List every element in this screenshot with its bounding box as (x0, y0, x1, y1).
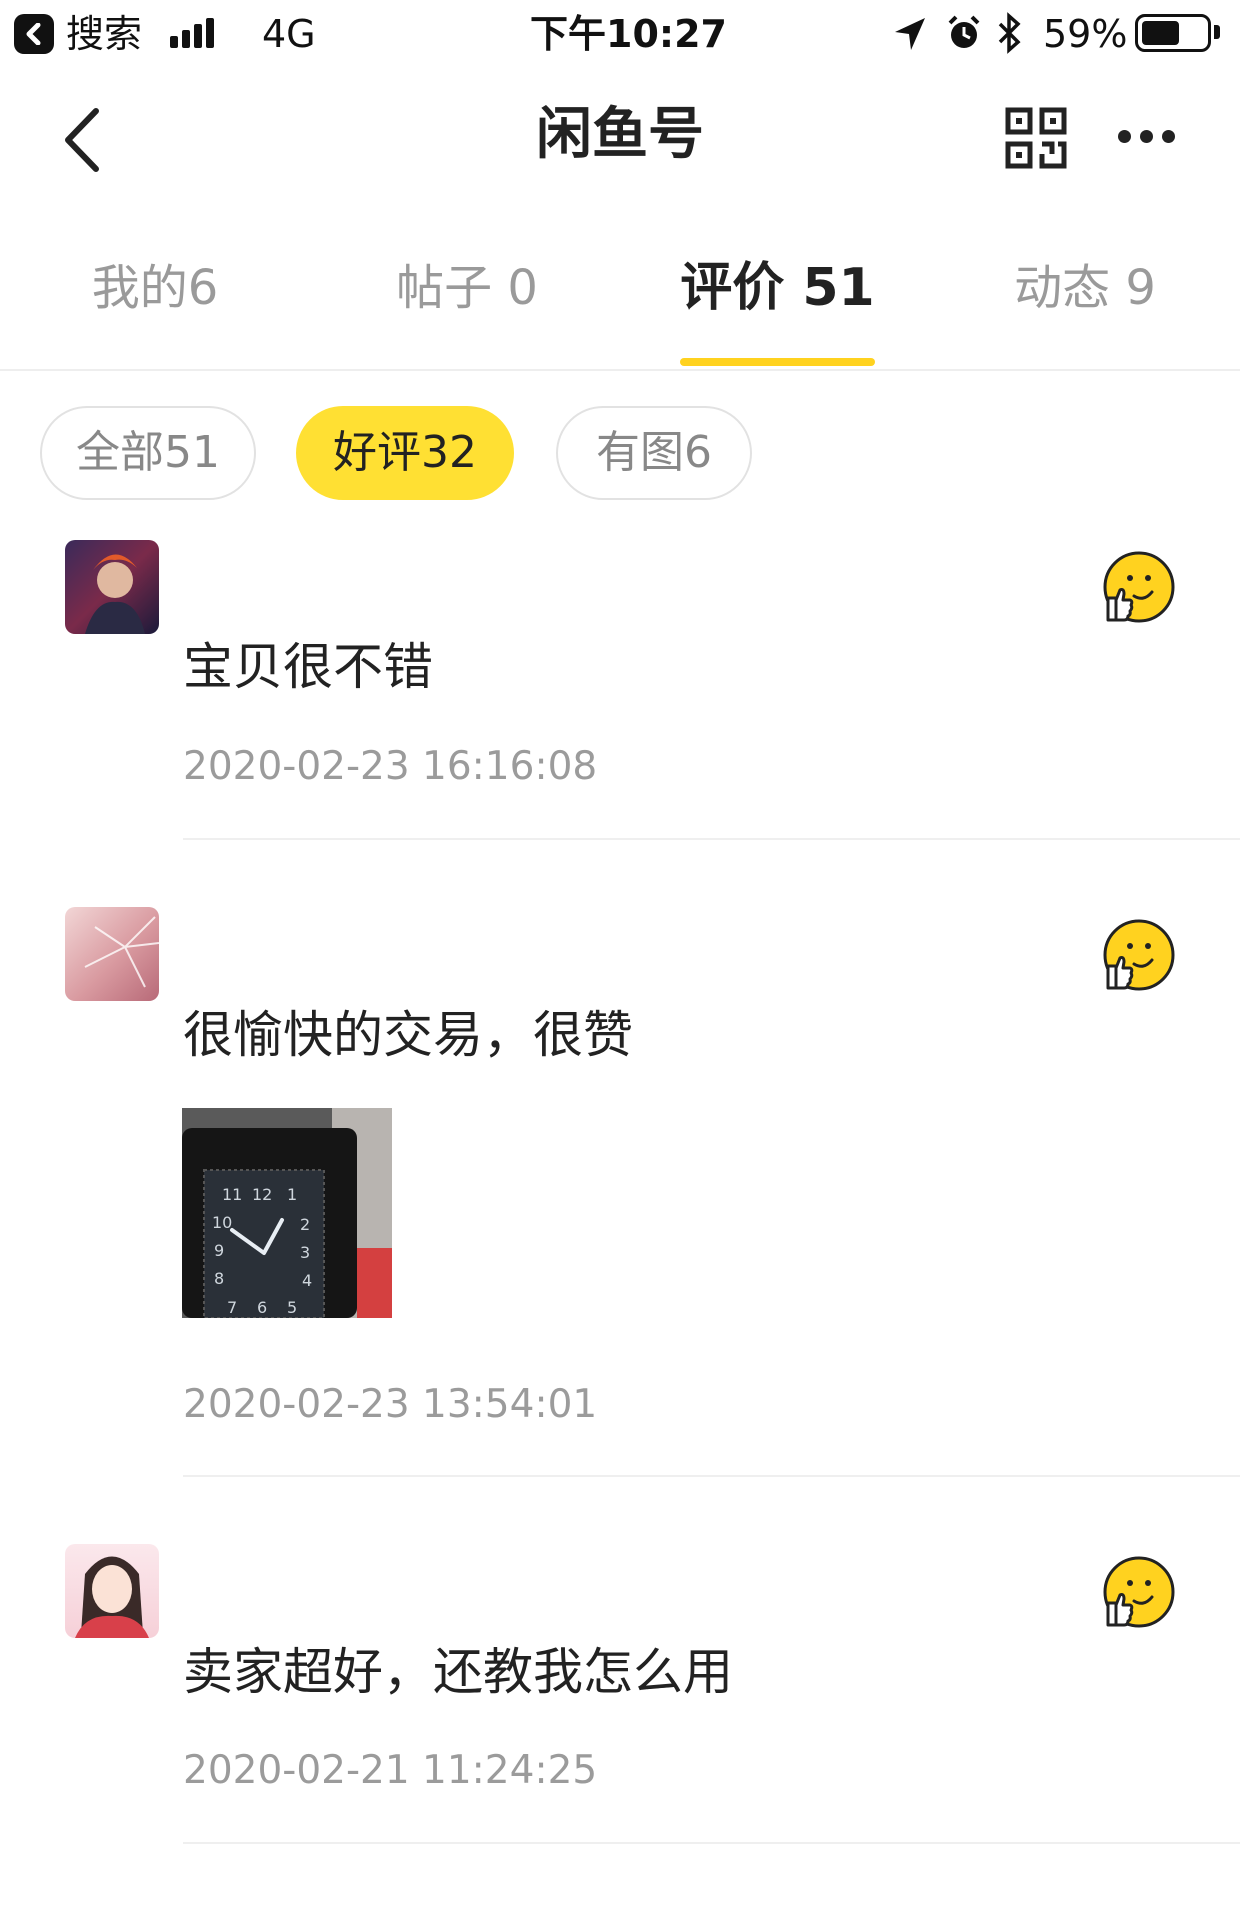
reviewer-avatar[interactable] (65, 1544, 159, 1638)
review-time: 2020-02-21 11:24:25 (183, 1748, 598, 1793)
signal-icon (170, 18, 218, 48)
svg-text:9: 9 (214, 1241, 224, 1260)
review-text: 宝贝很不错 (183, 638, 433, 696)
status-bar: 搜索 4G 下午10:27 59% (0, 0, 1240, 70)
location-icon (895, 18, 925, 50)
svg-text:8: 8 (214, 1269, 224, 1288)
tab-mine[interactable]: 我的6 (60, 258, 250, 318)
battery-icon (1135, 14, 1211, 52)
thumbs-up-smiley-icon (1103, 1556, 1175, 1628)
filter-all[interactable]: 全部51 (40, 406, 256, 500)
svg-text:6: 6 (257, 1298, 267, 1317)
back-app-label[interactable]: 搜索 (66, 10, 142, 58)
review-time: 2020-02-23 16:16:08 (183, 744, 598, 789)
review-time: 2020-02-23 13:54:01 (183, 1382, 598, 1427)
review-text: 很愉快的交易，很赞 (183, 1006, 633, 1064)
reviewer-avatar[interactable] (65, 540, 159, 634)
bluetooth-icon (998, 12, 1021, 54)
battery-tip (1214, 25, 1220, 39)
tabs-divider (0, 369, 1240, 371)
review-divider (183, 1475, 1240, 1477)
thumbs-up-smiley-icon (1103, 551, 1175, 623)
svg-text:10: 10 (212, 1213, 232, 1232)
battery-percent: 59% (1043, 12, 1128, 56)
tab-posts[interactable]: 帖子 0 (372, 258, 562, 318)
tab-activity[interactable]: 动态 9 (990, 258, 1180, 318)
network-label: 4G (262, 12, 316, 56)
svg-text:1: 1 (287, 1185, 297, 1204)
more-options-icon[interactable] (1118, 128, 1184, 147)
filter-positive[interactable]: 好评32 (296, 406, 514, 500)
review-photo[interactable]: 11 12 1 2 3 4 10 9 8 7 6 5 (182, 1108, 392, 1318)
svg-text:2: 2 (300, 1215, 310, 1234)
status-time: 下午10:27 (530, 12, 727, 56)
svg-text:3: 3 (300, 1243, 310, 1262)
qr-code-icon[interactable] (1005, 107, 1067, 169)
svg-text:5: 5 (287, 1298, 297, 1317)
reviewer-avatar[interactable] (65, 907, 159, 1001)
svg-text:4: 4 (302, 1271, 312, 1290)
svg-text:11: 11 (222, 1185, 242, 1204)
thumbs-up-smiley-icon (1103, 919, 1175, 991)
active-tab-indicator (680, 358, 875, 366)
svg-text:7: 7 (227, 1298, 237, 1317)
svg-text:12: 12 (252, 1185, 272, 1204)
back-to-app-icon[interactable] (14, 14, 54, 54)
review-text: 卖家超好，还教我怎么用 (183, 1643, 733, 1701)
alarm-icon (948, 15, 980, 48)
review-divider (183, 838, 1240, 840)
filter-with-images[interactable]: 有图6 (556, 406, 752, 500)
tab-reviews[interactable]: 评价 51 (670, 258, 885, 318)
review-divider (183, 1842, 1240, 1844)
